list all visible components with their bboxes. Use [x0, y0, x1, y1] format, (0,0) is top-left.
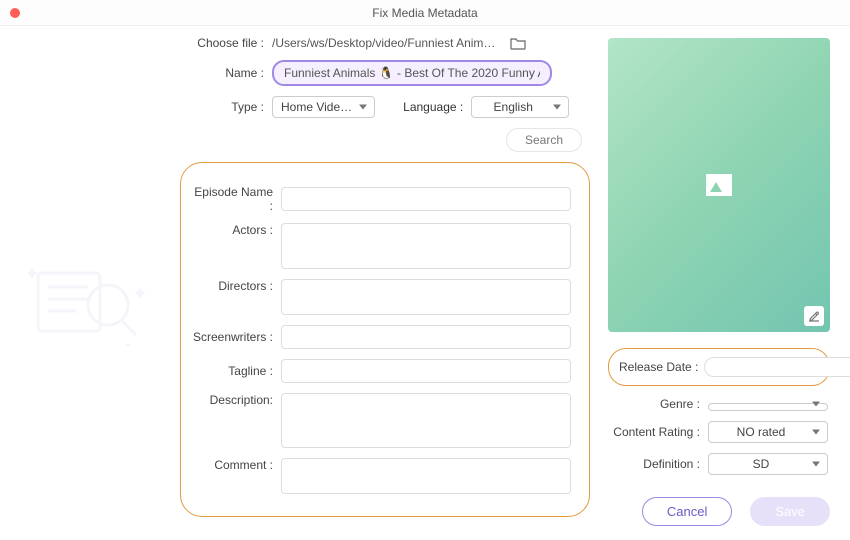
definition-select[interactable]: SD — [708, 453, 828, 475]
metadata-fieldset: Episode Name : Actors : Directors : Scre… — [180, 162, 590, 517]
row-description: Description: — [189, 393, 571, 448]
genre-select[interactable] — [708, 403, 828, 411]
preview-pane — [608, 38, 830, 332]
cancel-button[interactable]: Cancel — [642, 497, 732, 526]
search-button[interactable]: Search — [506, 128, 582, 152]
choose-file-label: Choose file : — [180, 36, 264, 50]
row-type-lang: Type : Home Vide… Language : English — [180, 96, 590, 118]
episode-name-label: Episode Name : — [189, 185, 273, 213]
tagline-label: Tagline : — [189, 364, 273, 378]
row-name: Name : — [180, 60, 590, 86]
language-label: Language : — [403, 100, 463, 114]
row-release-date: Release Date : — [608, 348, 830, 386]
row-screenwriters: Screenwriters : — [189, 325, 571, 349]
description-label: Description: — [189, 393, 273, 407]
content-rating-label: Content Rating : — [608, 425, 700, 439]
name-label: Name : — [180, 66, 264, 80]
save-button[interactable]: Save — [750, 497, 830, 526]
description-input[interactable] — [281, 393, 571, 448]
definition-label: Definition : — [608, 457, 700, 471]
screenwriters-label: Screenwriters : — [189, 330, 273, 344]
name-input[interactable] — [272, 60, 552, 86]
comment-input[interactable] — [281, 458, 571, 494]
main-area: Choose file : /Users/ws/Desktop/video/Fu… — [180, 26, 850, 540]
row-choose-file: Choose file : /Users/ws/Desktop/video/Fu… — [180, 36, 590, 50]
row-directors: Directors : — [189, 279, 571, 315]
row-tagline: Tagline : — [189, 359, 571, 383]
actors-label: Actors : — [189, 223, 273, 237]
edit-icon — [808, 310, 820, 322]
directors-input[interactable] — [281, 279, 571, 315]
footer-buttons: Cancel Save — [608, 497, 830, 526]
edit-preview-button[interactable] — [804, 306, 824, 326]
form-right-column: Release Date : Genre : Content Rating : … — [608, 36, 830, 530]
image-placeholder-icon — [706, 174, 732, 196]
side-metadata: Release Date : Genre : Content Rating : … — [608, 348, 830, 475]
comment-label: Comment : — [189, 458, 273, 472]
file-path-text: /Users/ws/Desktop/video/Funniest Animals… — [272, 36, 502, 50]
row-comment: Comment : — [189, 458, 571, 494]
directors-label: Directors : — [189, 279, 273, 293]
titlebar: Fix Media Metadata — [0, 0, 850, 26]
row-definition: Definition : SD — [608, 453, 830, 475]
content: Choose file : /Users/ws/Desktop/video/Fu… — [0, 26, 850, 540]
row-actors: Actors : — [189, 223, 571, 269]
episode-name-input[interactable] — [281, 187, 571, 211]
window-title: Fix Media Metadata — [372, 6, 477, 20]
folder-icon[interactable] — [510, 36, 526, 50]
genre-label: Genre : — [608, 397, 700, 411]
left-decor — [0, 26, 180, 540]
tagline-input[interactable] — [281, 359, 571, 383]
close-window-dot[interactable] — [10, 8, 20, 18]
row-content-rating: Content Rating : NO rated — [608, 421, 830, 443]
row-search: Search — [180, 128, 590, 152]
actors-input[interactable] — [281, 223, 571, 269]
content-rating-select[interactable]: NO rated — [708, 421, 828, 443]
row-genre: Genre : — [608, 396, 830, 411]
release-date-label: Release Date : — [619, 360, 698, 374]
type-label: Type : — [180, 100, 264, 114]
type-select[interactable]: Home Vide… — [272, 96, 375, 118]
release-date-input[interactable] — [704, 357, 850, 377]
row-episode-name: Episode Name : — [189, 185, 571, 213]
screenwriters-input[interactable] — [281, 325, 571, 349]
language-select[interactable]: English — [471, 96, 569, 118]
form-left-column: Choose file : /Users/ws/Desktop/video/Fu… — [180, 36, 590, 530]
